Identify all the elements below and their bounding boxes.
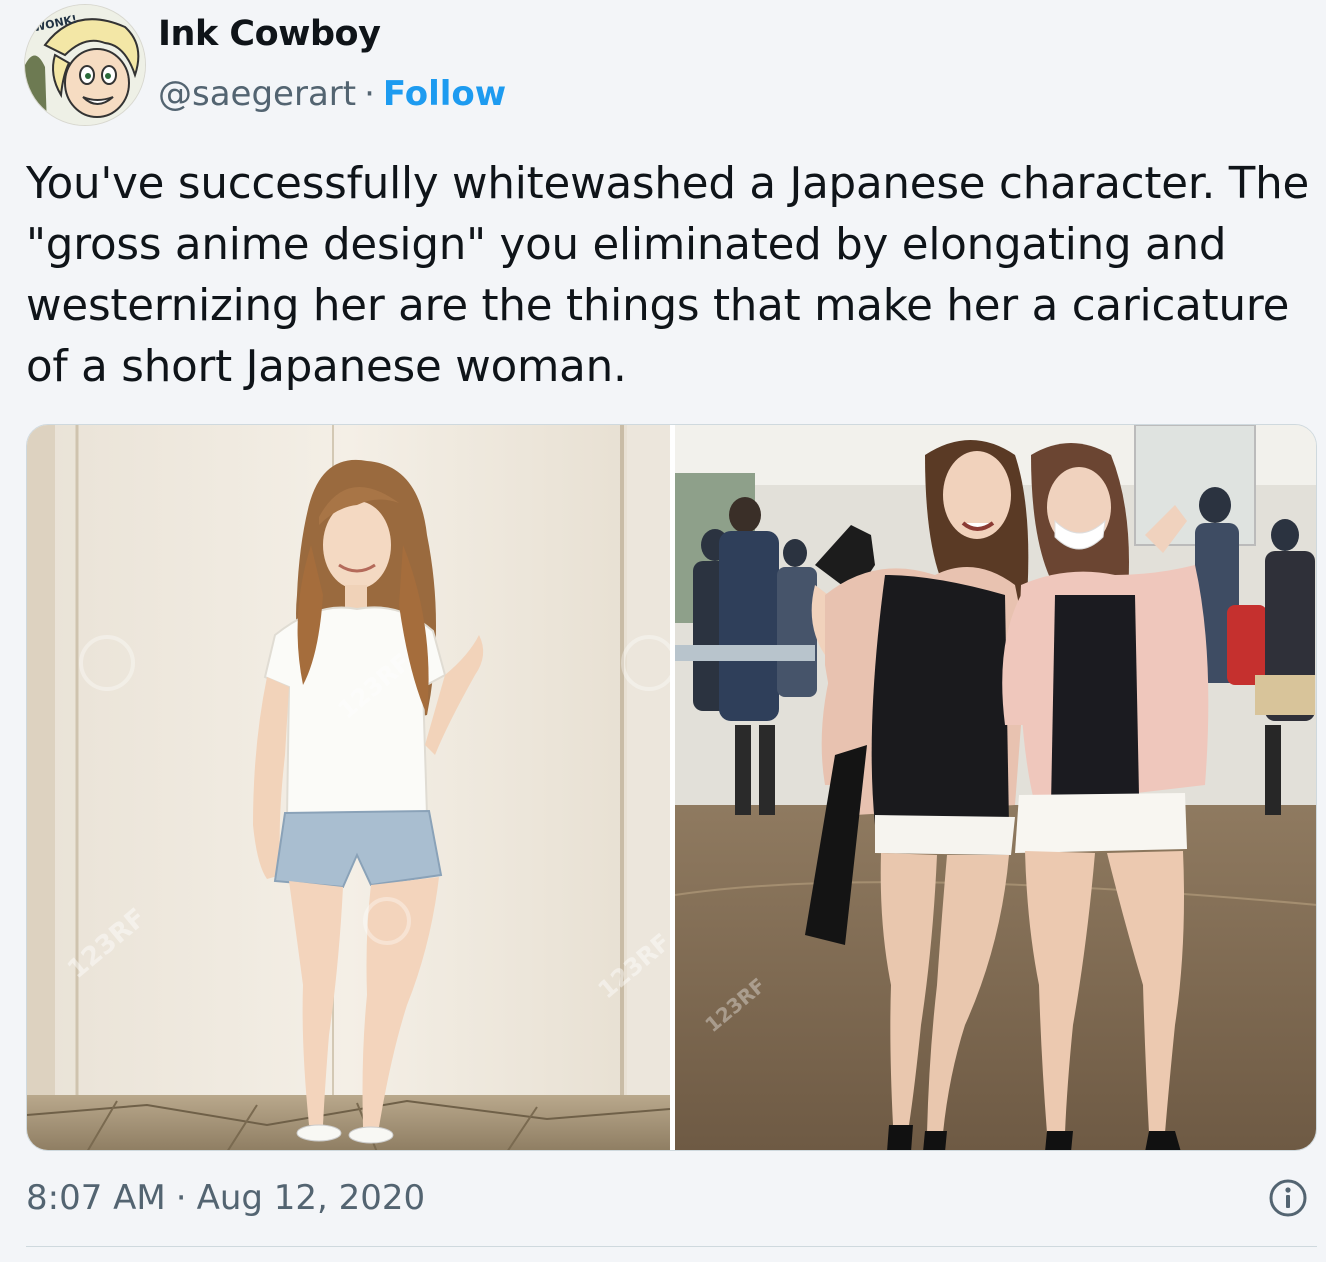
info-icon[interactable] [1268, 1178, 1308, 1218]
timestamp-separator: · [175, 1178, 187, 1218]
tweet-text: You've successfully whitewashed a Japane… [26, 159, 1310, 392]
tweet-card: WONK! Ink Cowboy @saegerart · Follow You'v… [0, 0, 1326, 1262]
author-avatar[interactable]: WONK! [24, 4, 146, 126]
handle-separator: · [364, 74, 375, 114]
follow-button[interactable]: Follow [383, 74, 506, 114]
tweet-media[interactable]: 123RF 123RF 123RF 123RF [26, 424, 1317, 1151]
photo-woman-standing-against-wall[interactable]: 123RF 123RF 123RF [27, 425, 670, 1150]
bottom-divider [26, 1246, 1317, 1247]
author-name[interactable]: Ink Cowboy [158, 14, 381, 54]
author-handle[interactable]: @saegerart [158, 74, 356, 114]
tweet-date: Aug 12, 2020 [196, 1178, 426, 1218]
photo-two-women-posing[interactable]: 123RF [675, 425, 1316, 1150]
tweet-timestamp[interactable]: 8:07 AM · Aug 12, 2020 [26, 1178, 425, 1218]
tweet-time: 8:07 AM [26, 1178, 166, 1218]
author-handle-row: @saegerart · Follow [158, 74, 506, 114]
cartoon-cowboy-avatar-icon: WONK! [25, 5, 145, 125]
